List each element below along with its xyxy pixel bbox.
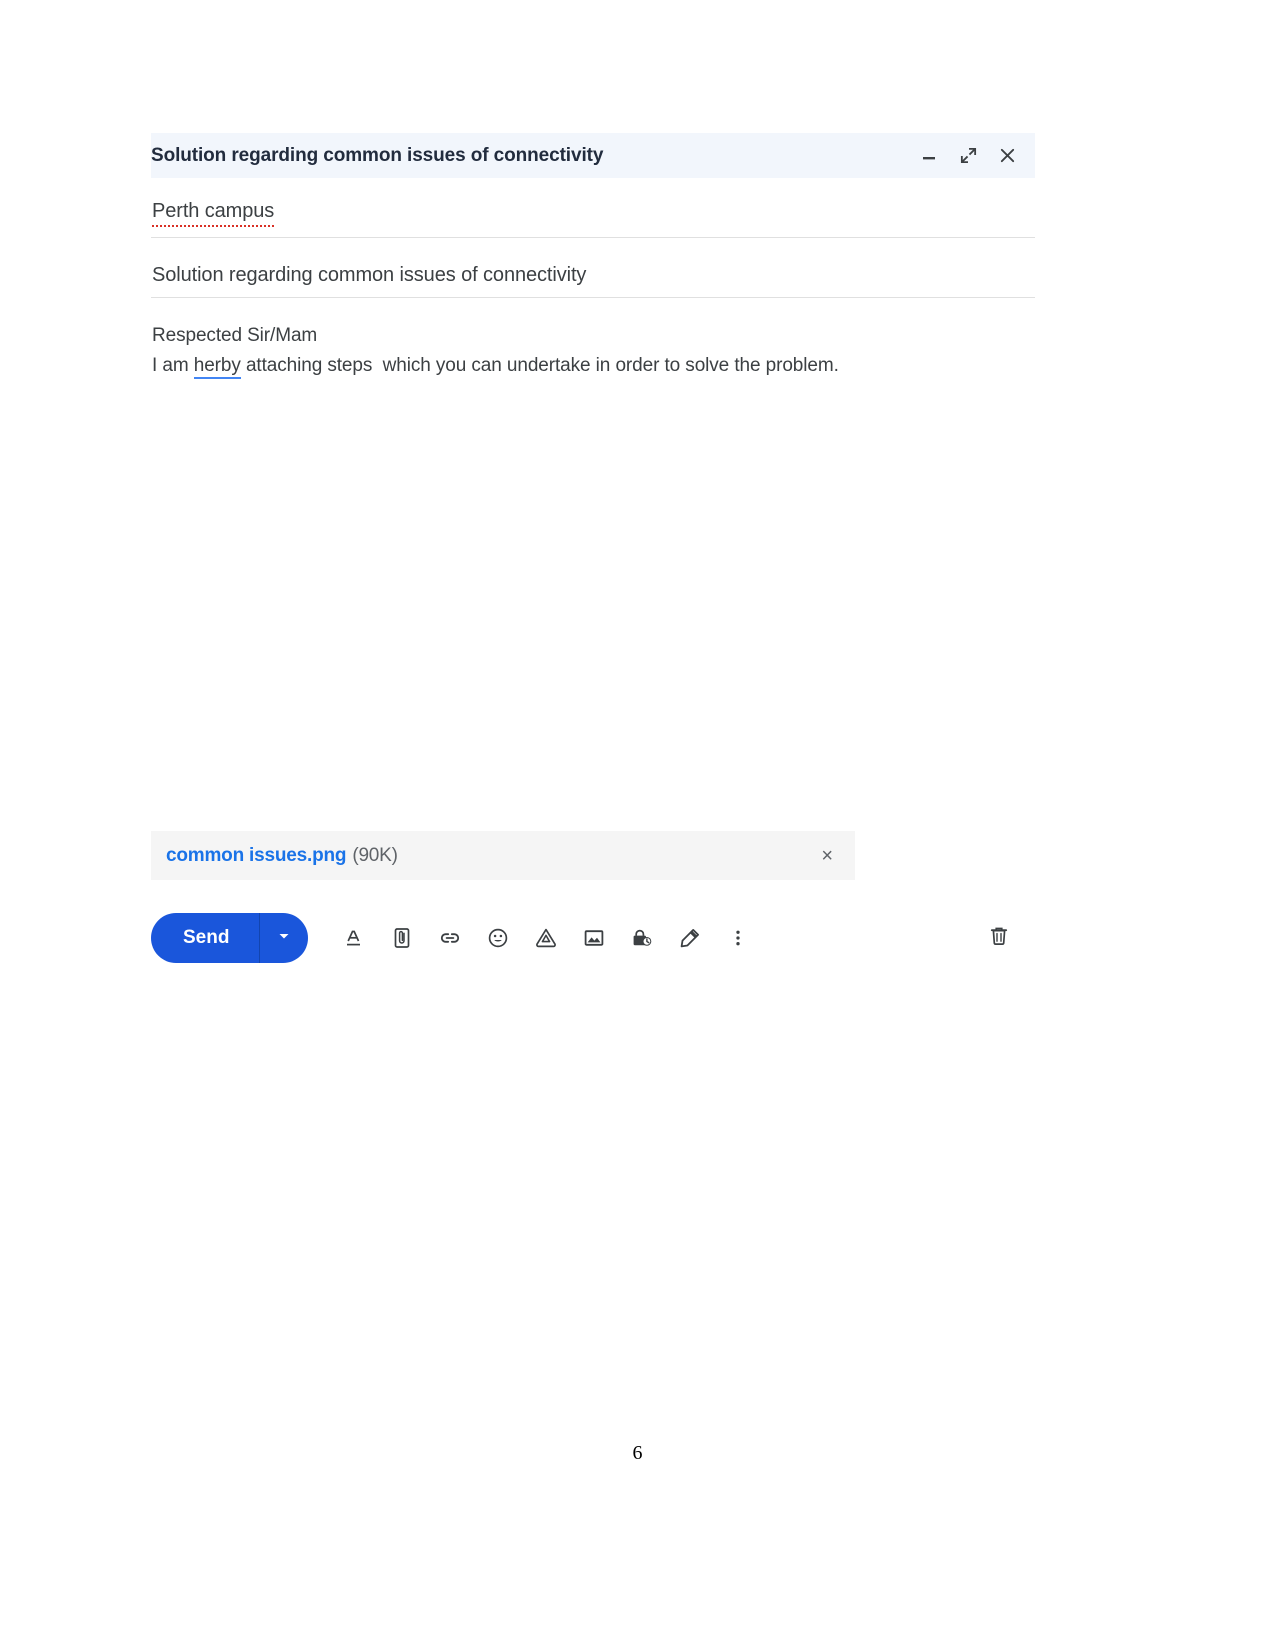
compose-window-title: Solution regarding common issues of conn… (151, 144, 604, 166)
attachment-filesize: (90K) (352, 844, 398, 866)
insert-link-button[interactable] (426, 914, 474, 962)
trash-icon (987, 924, 1011, 953)
insert-drive-button[interactable] (522, 914, 570, 962)
send-button-group[interactable]: Send (151, 913, 309, 963)
confidential-mode-button[interactable] (618, 914, 666, 962)
minimize-button[interactable] (918, 145, 940, 167)
send-options-button[interactable] (260, 913, 308, 963)
insert-signature-icon (678, 926, 702, 950)
compose-header-bar[interactable]: Solution regarding common issues of conn… (151, 133, 1035, 178)
misspelled-word: herby (193, 355, 241, 379)
attachment-chip[interactable]: common issues.png (90K) × (151, 831, 855, 880)
minimize-icon (920, 147, 938, 165)
message-body[interactable]: Respected Sir/Mam I am herby attaching s… (151, 298, 1035, 791)
expand-icon (959, 146, 978, 165)
close-button[interactable] (996, 145, 1018, 167)
recipient-field[interactable]: Perth campus (151, 178, 1035, 238)
attach-file-button[interactable] (378, 914, 426, 962)
more-options-button[interactable] (714, 914, 762, 962)
insert-photo-icon (582, 926, 606, 950)
remove-attachment-icon[interactable]: × (817, 844, 837, 868)
insert-link-icon (438, 926, 462, 950)
subject-value: Solution regarding common issues of conn… (152, 264, 587, 286)
window-controls (918, 145, 1021, 167)
body-text-after: attaching steps which you can undertake … (240, 355, 839, 376)
close-icon (998, 146, 1017, 165)
formatting-options-button[interactable] (330, 914, 378, 962)
insert-photo-button[interactable] (570, 914, 618, 962)
page-number: 6 (632, 1442, 643, 1464)
subject-field[interactable]: Solution regarding common issues of conn… (151, 238, 1035, 298)
recipient-value: Perth campus (152, 200, 274, 227)
gmail-compose-window: Solution regarding common issues of conn… (151, 133, 1035, 791)
send-button[interactable]: Send (151, 913, 261, 963)
toolbar-icon-group (330, 914, 762, 962)
insert-emoji-icon (486, 926, 510, 950)
chevron-down-icon (277, 929, 291, 948)
compose-toolbar: Send (151, 913, 1035, 963)
body-text-before: I am (152, 355, 194, 376)
body-line-greeting: Respected Sir/Mam (152, 325, 318, 346)
attach-file-icon (390, 926, 414, 950)
body-line-content: I am herby attaching steps which you can… (152, 351, 1035, 381)
attachment-area: common issues.png (90K) × (151, 831, 855, 880)
more-options-icon (726, 926, 750, 950)
confidential-mode-icon (630, 926, 654, 950)
insert-drive-icon (534, 926, 558, 950)
insert-signature-button[interactable] (666, 914, 714, 962)
expand-button[interactable] (957, 145, 979, 167)
attachment-filename[interactable]: common issues.png (166, 845, 347, 867)
insert-emoji-button[interactable] (474, 914, 522, 962)
discard-draft-button[interactable] (977, 916, 1021, 960)
formatting-options-icon (342, 926, 366, 950)
